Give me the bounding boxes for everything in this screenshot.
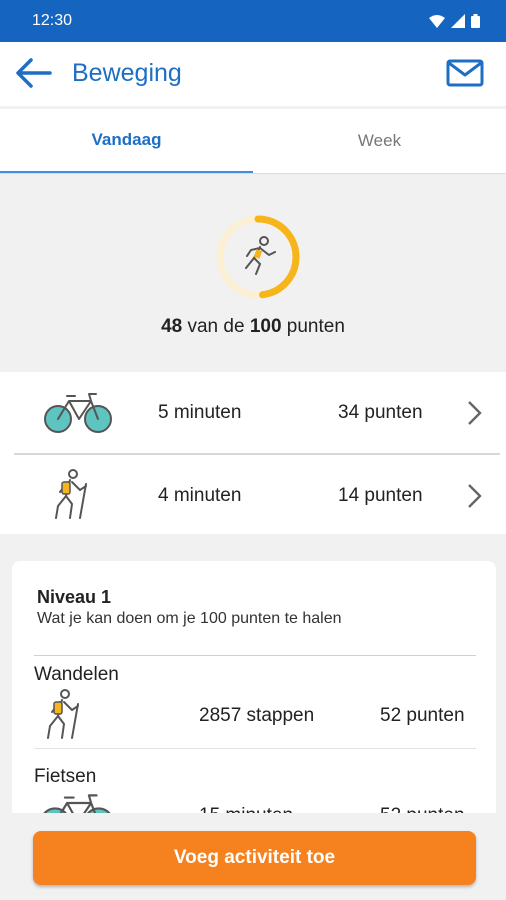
tab-vandaag[interactable]: Vandaag [0,109,253,173]
item-divider [34,748,476,749]
runner-icon [245,236,276,275]
chevron-right-icon [468,401,482,425]
signal-icon [451,14,465,28]
level-item-name: Wandelen [34,664,119,685]
activity-minutes: 4 minuten [158,485,242,506]
status-time: 12:30 [32,12,73,29]
activity-row-wandelen[interactable]: 4 minuten 14 punten [0,454,506,534]
points-goal: 100 [249,316,282,337]
level-item-points: 52 punten [380,705,465,726]
back-arrow-icon[interactable] [14,56,52,90]
tab-week[interactable]: Week [253,109,506,173]
wifi-icon [429,14,445,28]
add-activity-button[interactable]: Voeg activiteit toe [33,831,476,885]
points-unit-text: punten [281,316,345,337]
app-bar: Beweging [0,42,506,106]
hiker-icon [47,689,79,739]
page-title: Beweging [72,59,182,87]
activity-points: 34 punten [338,402,423,423]
daily-points-summary: 48 van de 100 punten [0,316,506,338]
status-bar: 12:30 [0,0,506,42]
hiker-icon [55,469,87,519]
activity-minutes: 5 minuten [158,402,242,423]
tab-bar: Vandaag Week [0,106,506,174]
level-card: Niveau 1 Wat je kan doen om je 100 punte… [12,561,496,821]
daily-progress-ring [216,215,300,299]
battery-icon [471,14,480,28]
status-icons [429,14,480,28]
mail-icon[interactable] [446,58,484,88]
activity-row-fietsen[interactable]: 5 minuten 34 punten [0,372,506,452]
chevron-right-icon [468,484,482,508]
bicycle-icon [44,393,112,433]
level-item-name: Fietsen [34,766,97,787]
activity-list: 5 minuten 34 punten 4 minuten 14 punten [0,372,506,534]
activity-points: 14 punten [338,485,423,506]
points-of-text: van de [182,316,250,337]
level-subtitle: Wat je kan doen om je 100 punten te hale… [37,610,342,627]
level-item-amount: 2857 stappen [199,705,315,726]
points-earned: 48 [161,316,183,337]
card-divider [34,655,476,656]
level-title: Niveau 1 [37,587,112,607]
